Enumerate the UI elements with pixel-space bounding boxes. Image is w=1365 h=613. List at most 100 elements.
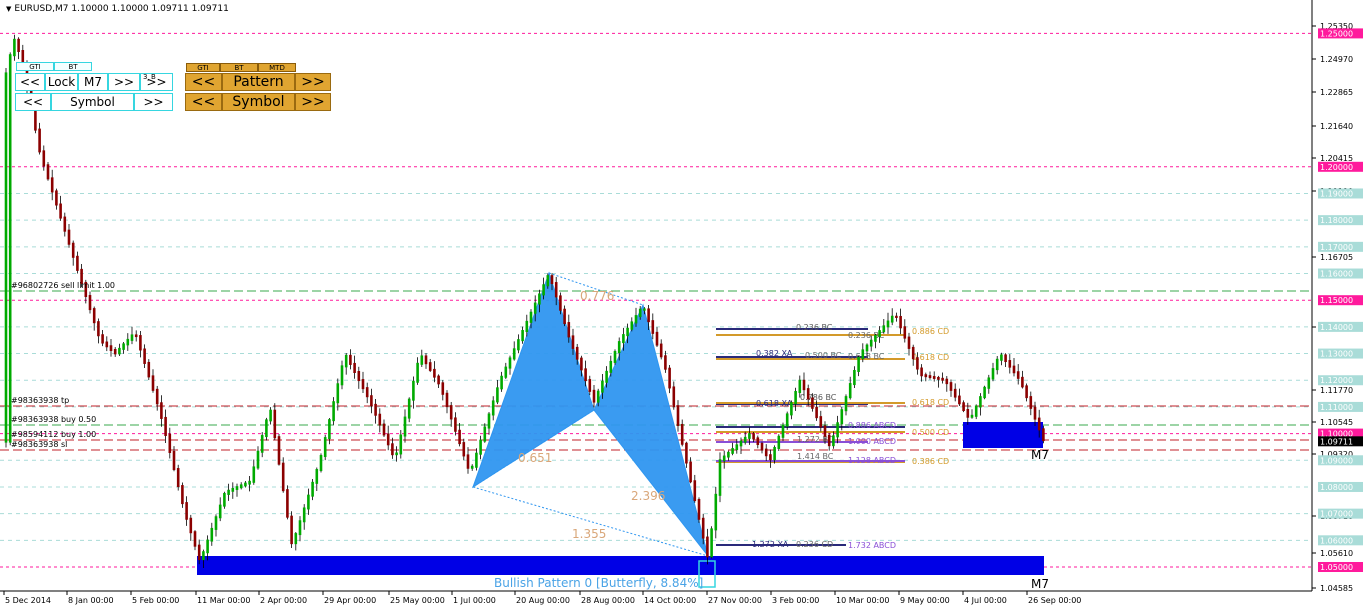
candle-body [701,517,705,539]
tab-gti[interactable]: GTI [16,62,54,71]
candle-body [248,480,251,485]
timeframe-button[interactable]: M7 [78,73,108,91]
candle-body [420,355,424,365]
candle-body [428,362,432,371]
fib-label: 1.272 XA [752,540,789,549]
fib-label: 0.886 CD [912,327,949,336]
candle-body [491,400,495,416]
candle-body [424,355,428,365]
candle-body [101,334,104,344]
extra-button[interactable]: 3_B >> [140,73,173,91]
candle-body [265,419,268,438]
next-symbol-right-button[interactable]: >> [295,93,331,111]
pattern-button[interactable]: Pattern [222,73,295,91]
candle-body [920,367,923,377]
price-label: 1.05610 [1320,549,1353,558]
candle-body [899,315,902,329]
candle-body [890,315,894,323]
candle-body [760,443,764,451]
candle-body [344,354,348,368]
candle-body [634,315,638,324]
pattern-zone-bottom [197,556,1044,575]
candle-body [307,494,310,510]
candle-body [286,489,289,518]
candle-body [298,520,302,536]
candle-body [882,325,886,333]
candle-body [181,485,184,505]
small-label: 3_B [143,73,156,81]
time-label: 4 Jul 00:00 [964,596,1007,605]
candle-body [521,330,524,342]
fib-label: 0.886 ABCD [848,421,896,430]
prev-pattern-button[interactable]: << [185,73,222,91]
price-label: 1.16705 [1320,253,1353,262]
candle-body [160,402,163,419]
next-symbol-button[interactable]: >> [134,93,173,111]
tab-bt-right[interactable]: BT [220,63,258,72]
candle-body [924,374,928,378]
candle-body [479,439,482,455]
butterfly-pattern: 0.776 0.651 2.396 1.355 Bullish Pattern 0 [B… [472,271,709,590]
candle-body [223,492,226,507]
candle-body [949,382,953,391]
candle-body [916,357,919,370]
prev-symbol-button[interactable]: << [15,93,51,111]
lock-button[interactable]: Lock [45,73,78,91]
candle-body [664,355,667,370]
dropdown-triangle-icon[interactable]: ▼ [6,5,11,13]
candle-body [966,409,970,418]
chart-area[interactable]: 0.776 0.651 2.396 1.355 Bullish Pattern 0 [B… [0,0,1365,613]
candle-body [349,354,352,365]
candle-body [718,459,722,496]
candle-body [1029,396,1033,409]
candle-body [605,370,608,383]
candle-body [260,435,264,453]
candle-body [731,448,734,454]
prev-symbol-right-button[interactable]: << [185,93,222,111]
candle-body [941,377,944,381]
price-level-label: 1.17000 [1320,243,1353,252]
symbol-right-button[interactable]: Symbol [222,93,295,111]
candle-body [1012,365,1016,374]
candle-body [659,343,663,358]
candle-body [987,377,991,389]
candle-body [97,321,100,337]
candle-body [130,334,134,341]
candle-body [122,343,125,350]
next-pattern-button[interactable]: >> [295,73,331,91]
pattern-ratio: 2.396 [631,489,665,503]
price-level-label: 1.07000 [1320,510,1353,519]
candle-body [979,396,982,408]
candle-body [546,275,550,287]
candle-body [328,419,331,440]
time-label: 11 Mar 00:00 [197,596,250,605]
candle-body [550,275,554,285]
candle-body [840,409,844,425]
candle-body [953,388,957,398]
fib-label: 0.500 BC [805,351,842,360]
candle-body [1025,385,1028,399]
fib-label: 1.732 ABCD [848,541,896,550]
tab-gti-right[interactable]: GTI [186,63,220,72]
candle-body [727,451,730,458]
candle-body [168,433,172,453]
candle-body [739,440,743,447]
price-level-label: 1.05000 [1320,563,1353,572]
candle-body [617,341,621,354]
candle-body [151,375,155,391]
next-timeframe-button[interactable]: >> [108,73,140,91]
price-level-label: 1.11000 [1320,403,1353,412]
candle-body [903,326,907,339]
candle-body [235,486,239,490]
candle-body [878,330,881,337]
candle-body [790,402,793,416]
candle-body [294,533,298,545]
tab-bt[interactable]: BT [54,62,92,71]
candle-body [802,379,806,391]
candle-body [407,398,411,419]
tab-mtd[interactable]: MTD [258,63,296,72]
price-chart[interactable]: 0.776 0.651 2.396 1.355 Bullish Pattern 0 [B… [0,0,1365,613]
prev-timeframe-button[interactable]: << [15,73,45,91]
symbol-button[interactable]: Symbol [51,93,134,111]
candle-body [983,386,986,399]
